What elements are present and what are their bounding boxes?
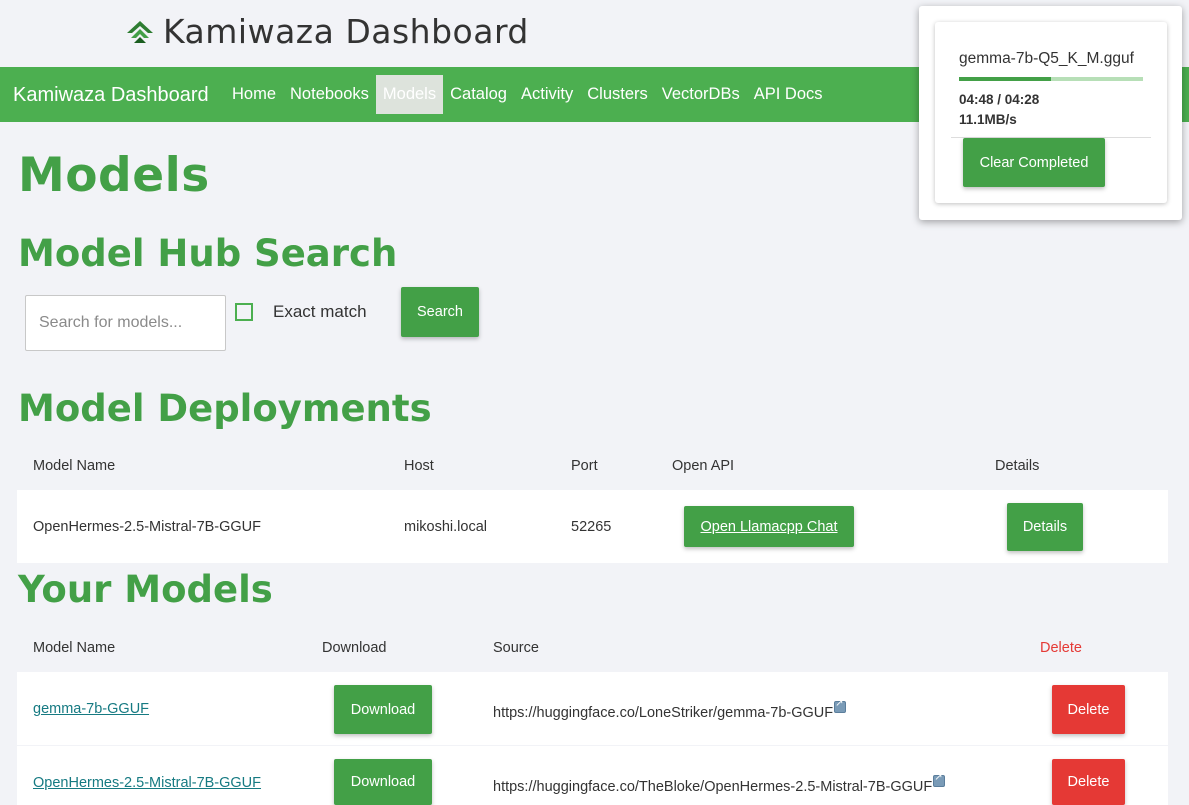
your-models-heading: Your Models: [18, 568, 273, 611]
col-header-download: Download: [322, 640, 387, 656]
model-link-openhermes[interactable]: OpenHermes-2.5-Mistral-7B-GGUF: [33, 775, 261, 791]
col-header-open-api: Open API: [672, 458, 735, 474]
details-button[interactable]: Details: [1007, 503, 1083, 551]
col-header-port: Port: [571, 458, 598, 474]
delete-button[interactable]: Delete: [1052, 759, 1125, 805]
external-link-icon[interactable]: [933, 772, 946, 787]
col-header-details: Details: [995, 458, 1040, 474]
model-source: https://huggingface.co/TheBloke/OpenHerm…: [493, 772, 946, 795]
model-source: https://huggingface.co/LoneStriker/gemma…: [493, 698, 847, 721]
search-button[interactable]: Search: [401, 287, 479, 337]
exact-match-label: Exact match: [273, 302, 367, 321]
brand-title: Kamiwaza Dashboard: [163, 12, 529, 51]
model-search-input[interactable]: [25, 295, 226, 351]
nav-link-home[interactable]: Home: [225, 75, 283, 114]
open-llamacpp-chat-button[interactable]: Open Llamacpp Chat: [684, 506, 854, 547]
col-header-source: Source: [493, 640, 539, 656]
col-header-delete: Delete: [1040, 640, 1082, 656]
download-button[interactable]: Download: [334, 685, 432, 734]
download-filename: gemma-7b-Q5_K_M.gguf: [959, 50, 1134, 67]
external-link-icon[interactable]: [834, 698, 847, 713]
nav-link-activity[interactable]: Activity: [514, 75, 580, 114]
nav-link-clusters[interactable]: Clusters: [580, 75, 655, 114]
navbar-brand[interactable]: Kamiwaza Dashboard: [13, 84, 209, 107]
model-link-gemma[interactable]: gemma-7b-GGUF: [33, 701, 149, 717]
download-progress-bar: [959, 77, 1143, 81]
nav-link-catalog[interactable]: Catalog: [443, 75, 514, 114]
download-speed: 11.1MB/s: [959, 112, 1017, 127]
nav-link-models[interactable]: Models: [375, 75, 444, 114]
nav-links: Home Notebooks Models Catalog Activity C…: [225, 67, 830, 122]
clear-completed-button[interactable]: Clear Completed: [963, 138, 1105, 187]
deployment-model-name: OpenHermes-2.5-Mistral-7B-GGUF: [33, 519, 262, 535]
col-header-model-name: Model Name: [33, 458, 116, 474]
source-text: https://huggingface.co/TheBloke/OpenHerm…: [493, 779, 933, 795]
download-button[interactable]: Download: [334, 759, 432, 805]
kamiwaza-logo-icon: [127, 21, 153, 43]
hub-search-heading: Model Hub Search: [18, 232, 398, 275]
nav-link-vectordbs[interactable]: VectorDBs: [655, 75, 747, 114]
exact-match-checkbox[interactable]: [235, 303, 253, 321]
download-progress-fill: [959, 77, 1051, 81]
col-header-host: Host: [404, 458, 434, 474]
col-header-model-name: Model Name: [33, 640, 116, 656]
source-text: https://huggingface.co/LoneStriker/gemma…: [493, 705, 834, 721]
deployments-heading: Model Deployments: [18, 387, 432, 430]
deployment-host: mikoshi.local: [404, 519, 487, 535]
page-title: Models: [18, 148, 210, 203]
delete-button[interactable]: Delete: [1052, 685, 1125, 734]
download-time: 04:48 / 04:28: [959, 92, 1040, 107]
deployment-port: 52265: [571, 519, 612, 535]
nav-link-notebooks[interactable]: Notebooks: [283, 75, 376, 114]
nav-link-api-docs[interactable]: API Docs: [747, 75, 830, 114]
